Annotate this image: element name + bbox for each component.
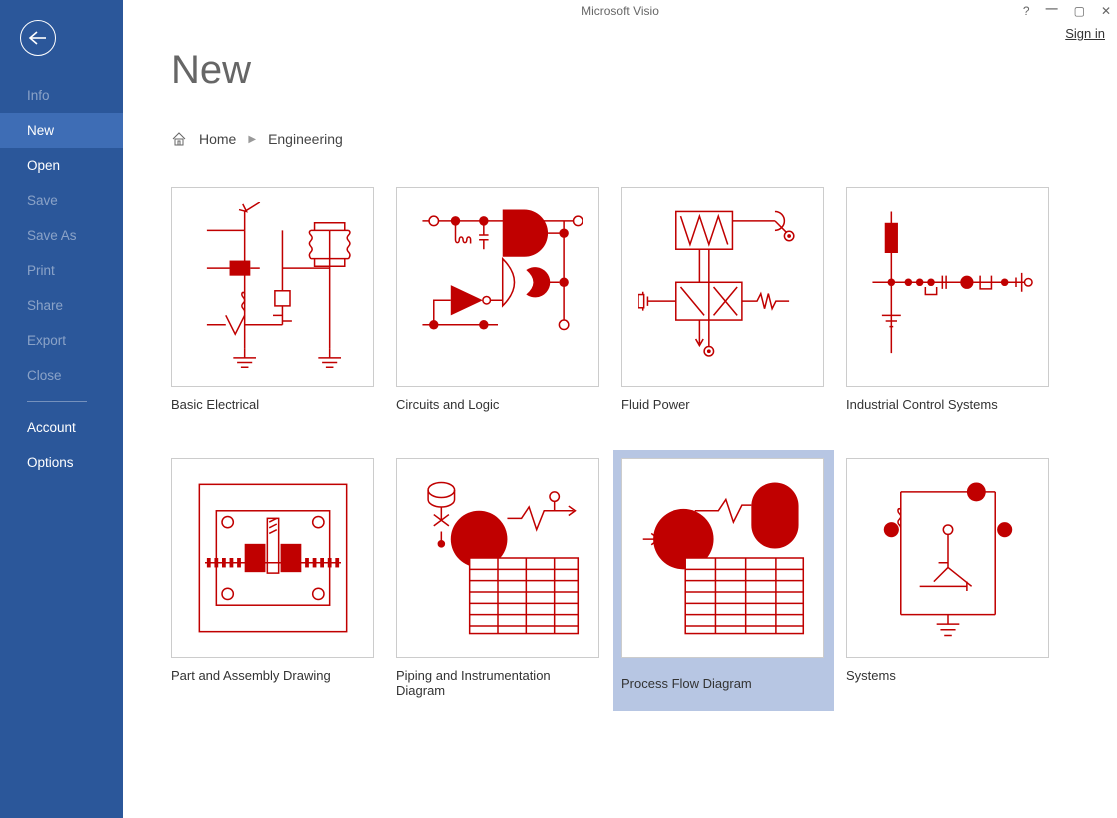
breadcrumb-current: Engineering: [268, 131, 343, 147]
template-label: Fluid Power: [621, 397, 826, 412]
page-title: New: [171, 48, 1077, 93]
industrial-control-icon: [846, 187, 1049, 387]
nav-item-account[interactable]: Account: [0, 410, 123, 445]
nav-item-open[interactable]: Open: [0, 148, 123, 183]
template-piping-instr[interactable]: Piping and Instrumentation Diagram: [396, 458, 601, 703]
systems-icon: [846, 458, 1049, 658]
home-icon[interactable]: [171, 132, 187, 146]
nav-item-export: Export: [0, 323, 123, 358]
nav-top: InfoNewOpenSaveSave AsPrintShareExportCl…: [0, 78, 123, 393]
breadcrumb-home[interactable]: Home: [199, 131, 236, 147]
template-label: Piping and Instrumentation Diagram: [396, 668, 601, 698]
nav-item-share: Share: [0, 288, 123, 323]
template-label: Part and Assembly Drawing: [171, 668, 376, 683]
template-basic-electrical[interactable]: Basic Electrical: [171, 187, 376, 412]
chevron-right-icon: ▶: [248, 134, 256, 145]
template-label: Process Flow Diagram: [613, 666, 834, 711]
part-assembly-icon: [171, 458, 374, 658]
basic-electrical-icon: [171, 187, 374, 387]
nav-bottom: AccountOptions: [0, 410, 123, 480]
nav-item-save: Save: [0, 183, 123, 218]
nav-item-info: Info: [0, 78, 123, 113]
piping-instr-icon: [396, 458, 599, 658]
circuits-logic-icon: [396, 187, 599, 387]
template-label: Circuits and Logic: [396, 397, 601, 412]
template-label: Systems: [846, 668, 1051, 683]
nav-separator: [27, 401, 87, 402]
nav-item-print: Print: [0, 253, 123, 288]
template-circuits-logic[interactable]: Circuits and Logic: [396, 187, 601, 412]
nav-item-new[interactable]: New: [0, 113, 123, 148]
fluid-power-icon: [621, 187, 824, 387]
template-fluid-power[interactable]: Fluid Power: [621, 187, 826, 412]
template-label: Basic Electrical: [171, 397, 376, 412]
nav-item-close: Close: [0, 358, 123, 393]
template-label: Industrial Control Systems: [846, 397, 1051, 412]
nav-item-save-as: Save As: [0, 218, 123, 253]
back-button[interactable]: [20, 20, 56, 56]
template-industrial-control[interactable]: Industrial Control Systems: [846, 187, 1051, 412]
main-area: New Home ▶ Engineering Basic Electrical C…: [123, 0, 1117, 818]
breadcrumb: Home ▶ Engineering: [171, 131, 1077, 147]
template-process-flow[interactable]: Process Flow Diagram: [621, 458, 826, 703]
process-flow-icon: [621, 458, 824, 658]
template-systems[interactable]: Systems: [846, 458, 1051, 703]
nav-item-options[interactable]: Options: [0, 445, 123, 480]
template-grid: Basic Electrical Circuits and Logic Fluid …: [171, 187, 1077, 703]
template-part-assembly[interactable]: Part and Assembly Drawing: [171, 458, 376, 703]
backstage-sidebar: InfoNewOpenSaveSave AsPrintShareExportCl…: [0, 0, 123, 818]
